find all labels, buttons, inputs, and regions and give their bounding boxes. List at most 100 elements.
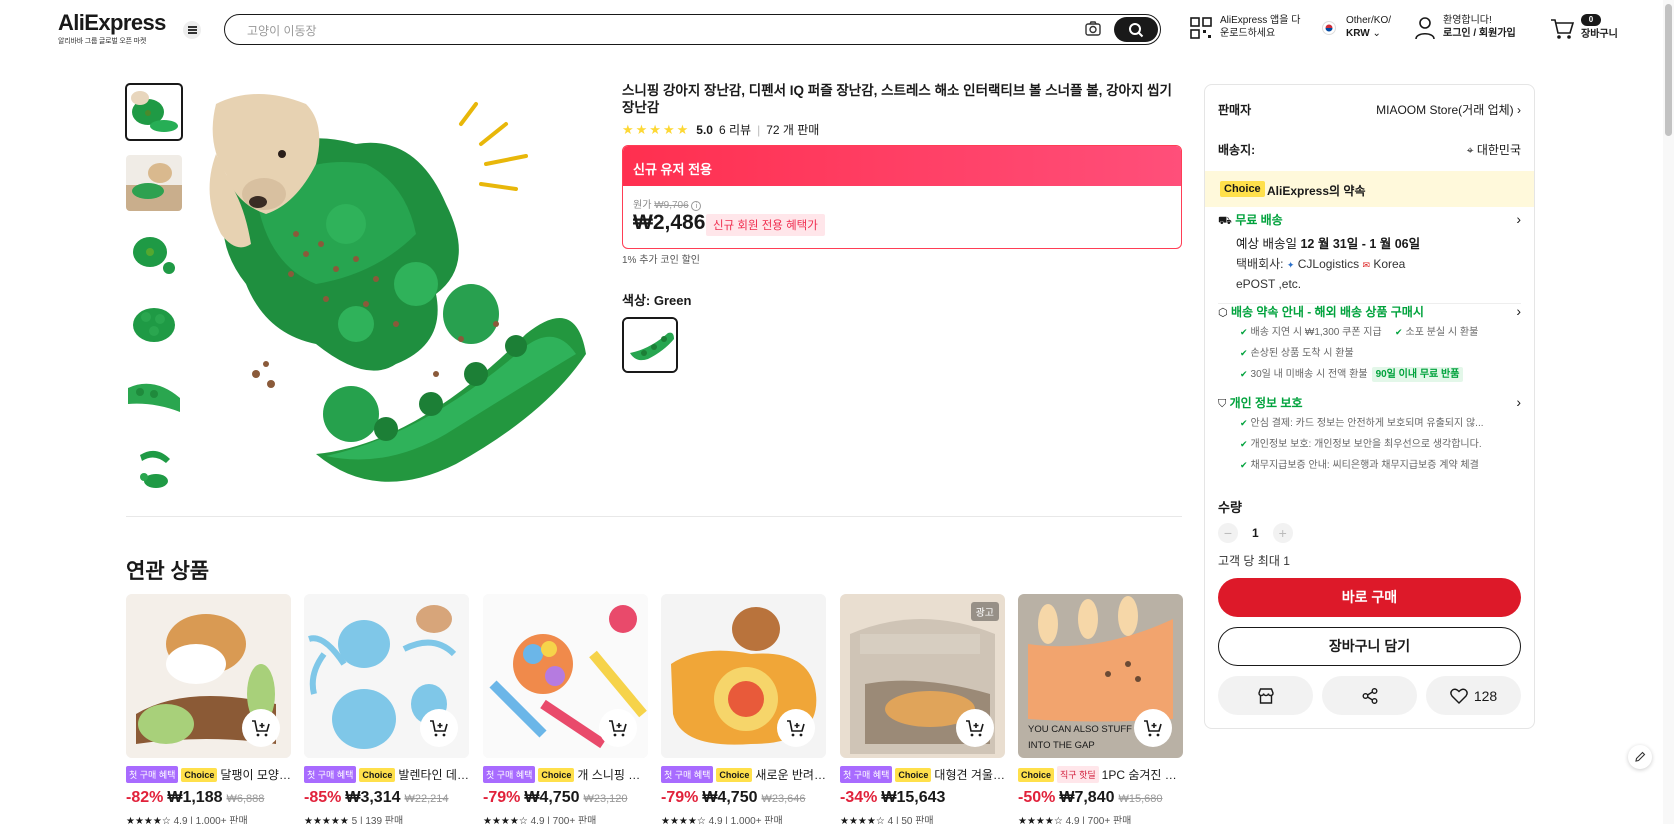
related-product-image[interactable]: YOU CAN ALSO STUFF I INTO THE GAP — [1018, 594, 1183, 758]
seller-value[interactable]: MIAOOM Store(거래 업체) › — [1376, 101, 1521, 118]
related-price: ₩4,750 — [702, 789, 758, 806]
decrease-button[interactable]: − — [1218, 523, 1238, 543]
wishlist-button[interactable]: 128 — [1426, 676, 1521, 715]
search-bar[interactable]: 고양이 이동장 — [224, 14, 1161, 45]
quantity-stepper[interactable]: − 1 + — [1218, 523, 1293, 543]
menu-icon[interactable] — [183, 21, 201, 39]
related-product-name[interactable]: 새로운 반려견 스너플 매트 — [755, 766, 826, 783]
ship-to-row[interactable]: 배송지: ⌖ 대한민국 — [1218, 141, 1521, 158]
cart-count-badge: 0 — [1581, 14, 1601, 26]
info-icon[interactable]: i — [691, 201, 702, 211]
related-original-price: ₩23,646 — [761, 793, 806, 805]
main-product-image[interactable] — [196, 84, 590, 494]
add-to-cart-button[interactable]: 장바구니 담기 — [1218, 627, 1521, 666]
add-to-cart-button[interactable] — [420, 709, 458, 747]
region-selector[interactable]: Other/KO/ KRW ⌄ — [1322, 14, 1391, 40]
search-button[interactable] — [1114, 17, 1158, 42]
increase-button[interactable]: + — [1272, 523, 1293, 543]
product-thumbnail[interactable] — [125, 83, 183, 141]
rating-row[interactable]: ★★★★★ 5.0 6 리뷰 | 72 개 판매 — [622, 121, 819, 138]
promo-header: 신규 유저 전용 — [623, 146, 1181, 186]
chevron-down-icon: ⌄ — [1372, 28, 1381, 39]
free-shipping-label: 무료 배송 — [1235, 213, 1283, 227]
qr-code-icon — [1190, 17, 1212, 39]
related-original-price: ₩6,888 — [226, 793, 265, 805]
ship-to-value[interactable]: ⌖ 대한민국 — [1467, 141, 1521, 158]
seller-row[interactable]: 판매자 MIAOOM Store(거래 업체) › — [1218, 101, 1521, 118]
scrollbar-thumb[interactable] — [1665, 4, 1672, 136]
product-thumbnail[interactable] — [126, 155, 182, 211]
buy-now-button[interactable]: 바로 구매 — [1218, 578, 1521, 617]
pencil-icon — [1635, 751, 1646, 762]
add-to-cart-button[interactable] — [1134, 709, 1172, 747]
related-product-card[interactable]: 첫 구매 혜택Choice새로운 반려견 스너플 매트 -79%₩4,750₩2… — [661, 594, 826, 824]
add-to-cart-button[interactable] — [777, 709, 815, 747]
related-price: ₩3,314 — [345, 789, 401, 806]
discount-percent: -34% — [840, 789, 878, 806]
direct-deal-tag: 직구 핫딜 — [1057, 766, 1099, 783]
related-product-name[interactable]: 달팽이 모양 강아지 스니핑 매트 — [220, 766, 291, 783]
feedback-button[interactable] — [1628, 745, 1652, 769]
cj-logo-icon: ✦ — [1286, 260, 1295, 270]
related-product-image[interactable] — [126, 594, 291, 758]
related-price: ₩15,643 — [881, 789, 946, 806]
discount-percent: -82% — [126, 789, 164, 806]
currency-label: KRW — [1346, 28, 1370, 39]
estimated-delivery: 예상 배송일 12 월 31일 - 1 월 06일 — [1236, 233, 1521, 252]
related-product-image[interactable] — [304, 594, 469, 758]
camera-search-icon[interactable] — [1084, 20, 1102, 38]
related-original-price: ₩15,680 — [1118, 793, 1163, 805]
page-scrollbar[interactable] — [1663, 0, 1674, 824]
product-thumbnail[interactable] — [126, 368, 182, 424]
related-product-name[interactable]: 개 스니핑 볼 장난감 — [577, 766, 648, 783]
cart-plus-icon — [609, 720, 627, 737]
related-product-image[interactable] — [661, 594, 826, 758]
choice-tag: Choice — [538, 767, 575, 782]
account-menu[interactable]: 환영합니다! 로그인 / 회원가입 — [1414, 14, 1516, 40]
related-product-image[interactable] — [483, 594, 648, 758]
add-to-cart-button[interactable] — [599, 709, 637, 747]
login-signup-link[interactable]: 로그인 / 회원가입 — [1443, 28, 1516, 39]
carrier-korea: Korea — [1373, 257, 1406, 271]
review-count[interactable]: 6 리뷰 — [719, 121, 751, 138]
wishlist-count: 128 — [1473, 687, 1498, 704]
related-product-name[interactable]: 발렌타인 데이 문어 장난감 — [398, 766, 469, 783]
discount-percent: -79% — [661, 789, 699, 806]
search-input[interactable]: 고양이 이동장 — [247, 22, 317, 39]
privacy-row[interactable]: ⛉ 개인 정보 보호 › — [1218, 394, 1521, 411]
add-to-cart-button[interactable] — [242, 709, 280, 747]
related-product-card[interactable]: YOU CAN ALSO STUFF I INTO THE GAP Choice… — [1018, 594, 1183, 824]
separator: | — [757, 122, 761, 137]
related-product-card[interactable]: 첫 구매 혜택Choice개 스니핑 볼 장난감 -79%₩4,750₩23,1… — [483, 594, 648, 824]
related-product-image[interactable]: 광고 — [840, 594, 1005, 758]
add-to-cart-button[interactable] — [956, 709, 994, 747]
delivery-promise-row[interactable]: ⬡ 배송 약속 안내 - 해외 배송 상품 구매시 › — [1218, 303, 1521, 320]
cart-plus-icon — [430, 720, 448, 737]
promise-item: ✔ 30일 내 미배송 시 전액 환불 90일 이내 무료 반품 — [1240, 365, 1464, 382]
search-icon — [1129, 22, 1144, 37]
top-header: AliExpress 알리바바 그룹 글로벌 오픈 마켓 고양이 이동장 Ali… — [0, 0, 1674, 58]
choice-tag: Choice — [895, 767, 932, 782]
check-icon: ✔ — [1395, 327, 1403, 337]
cart-plus-icon — [1144, 720, 1162, 737]
product-thumbnail[interactable] — [126, 439, 182, 495]
estimated-delivery-prefix: 예상 배송일 — [1236, 237, 1297, 251]
related-product-card[interactable]: 광고 첫 구매 혜택Choice대형견 겨울용 따뜻한 하우스 -34%₩15,… — [840, 594, 1005, 824]
product-thumbnail[interactable] — [126, 226, 182, 282]
related-product-name[interactable]: 1PC 숨겨진 음식 스니핑 장난감 — [1102, 766, 1183, 783]
app-download-link[interactable]: AliExpress 앱을 다 운로드하세요 — [1190, 14, 1300, 40]
cart-plus-icon — [787, 720, 805, 737]
product-thumbnail[interactable] — [126, 297, 182, 353]
share-button[interactable] — [1322, 676, 1417, 715]
purchase-panel: 판매자 MIAOOM Store(거래 업체) › 배송지: ⌖ 대한민국 Ch… — [1204, 84, 1535, 729]
aliexpress-logo[interactable]: AliExpress 알리바바 그룹 글로벌 오픈 마켓 — [58, 10, 166, 46]
related-product-card[interactable]: 첫 구매 혜택Choice달팽이 모양 강아지 스니핑 매트 -82%₩1,18… — [126, 594, 291, 824]
promise-item: ✔ 손상된 상품 도착 시 환불 — [1240, 344, 1354, 359]
free-shipping-row[interactable]: ⛟ 무료 배송 › — [1218, 211, 1521, 229]
check-icon: ✔ — [1240, 418, 1248, 428]
related-product-name[interactable]: 대형견 겨울용 따뜻한 하우스 — [934, 766, 1005, 783]
color-option-green[interactable] — [622, 317, 678, 373]
store-button[interactable] — [1218, 676, 1313, 715]
related-product-card[interactable]: 첫 구매 혜택Choice발렌타인 데이 문어 장난감 -85%₩3,314₩2… — [304, 594, 469, 824]
promise-item-text: 손상된 상품 도착 시 환불 — [1250, 348, 1354, 359]
